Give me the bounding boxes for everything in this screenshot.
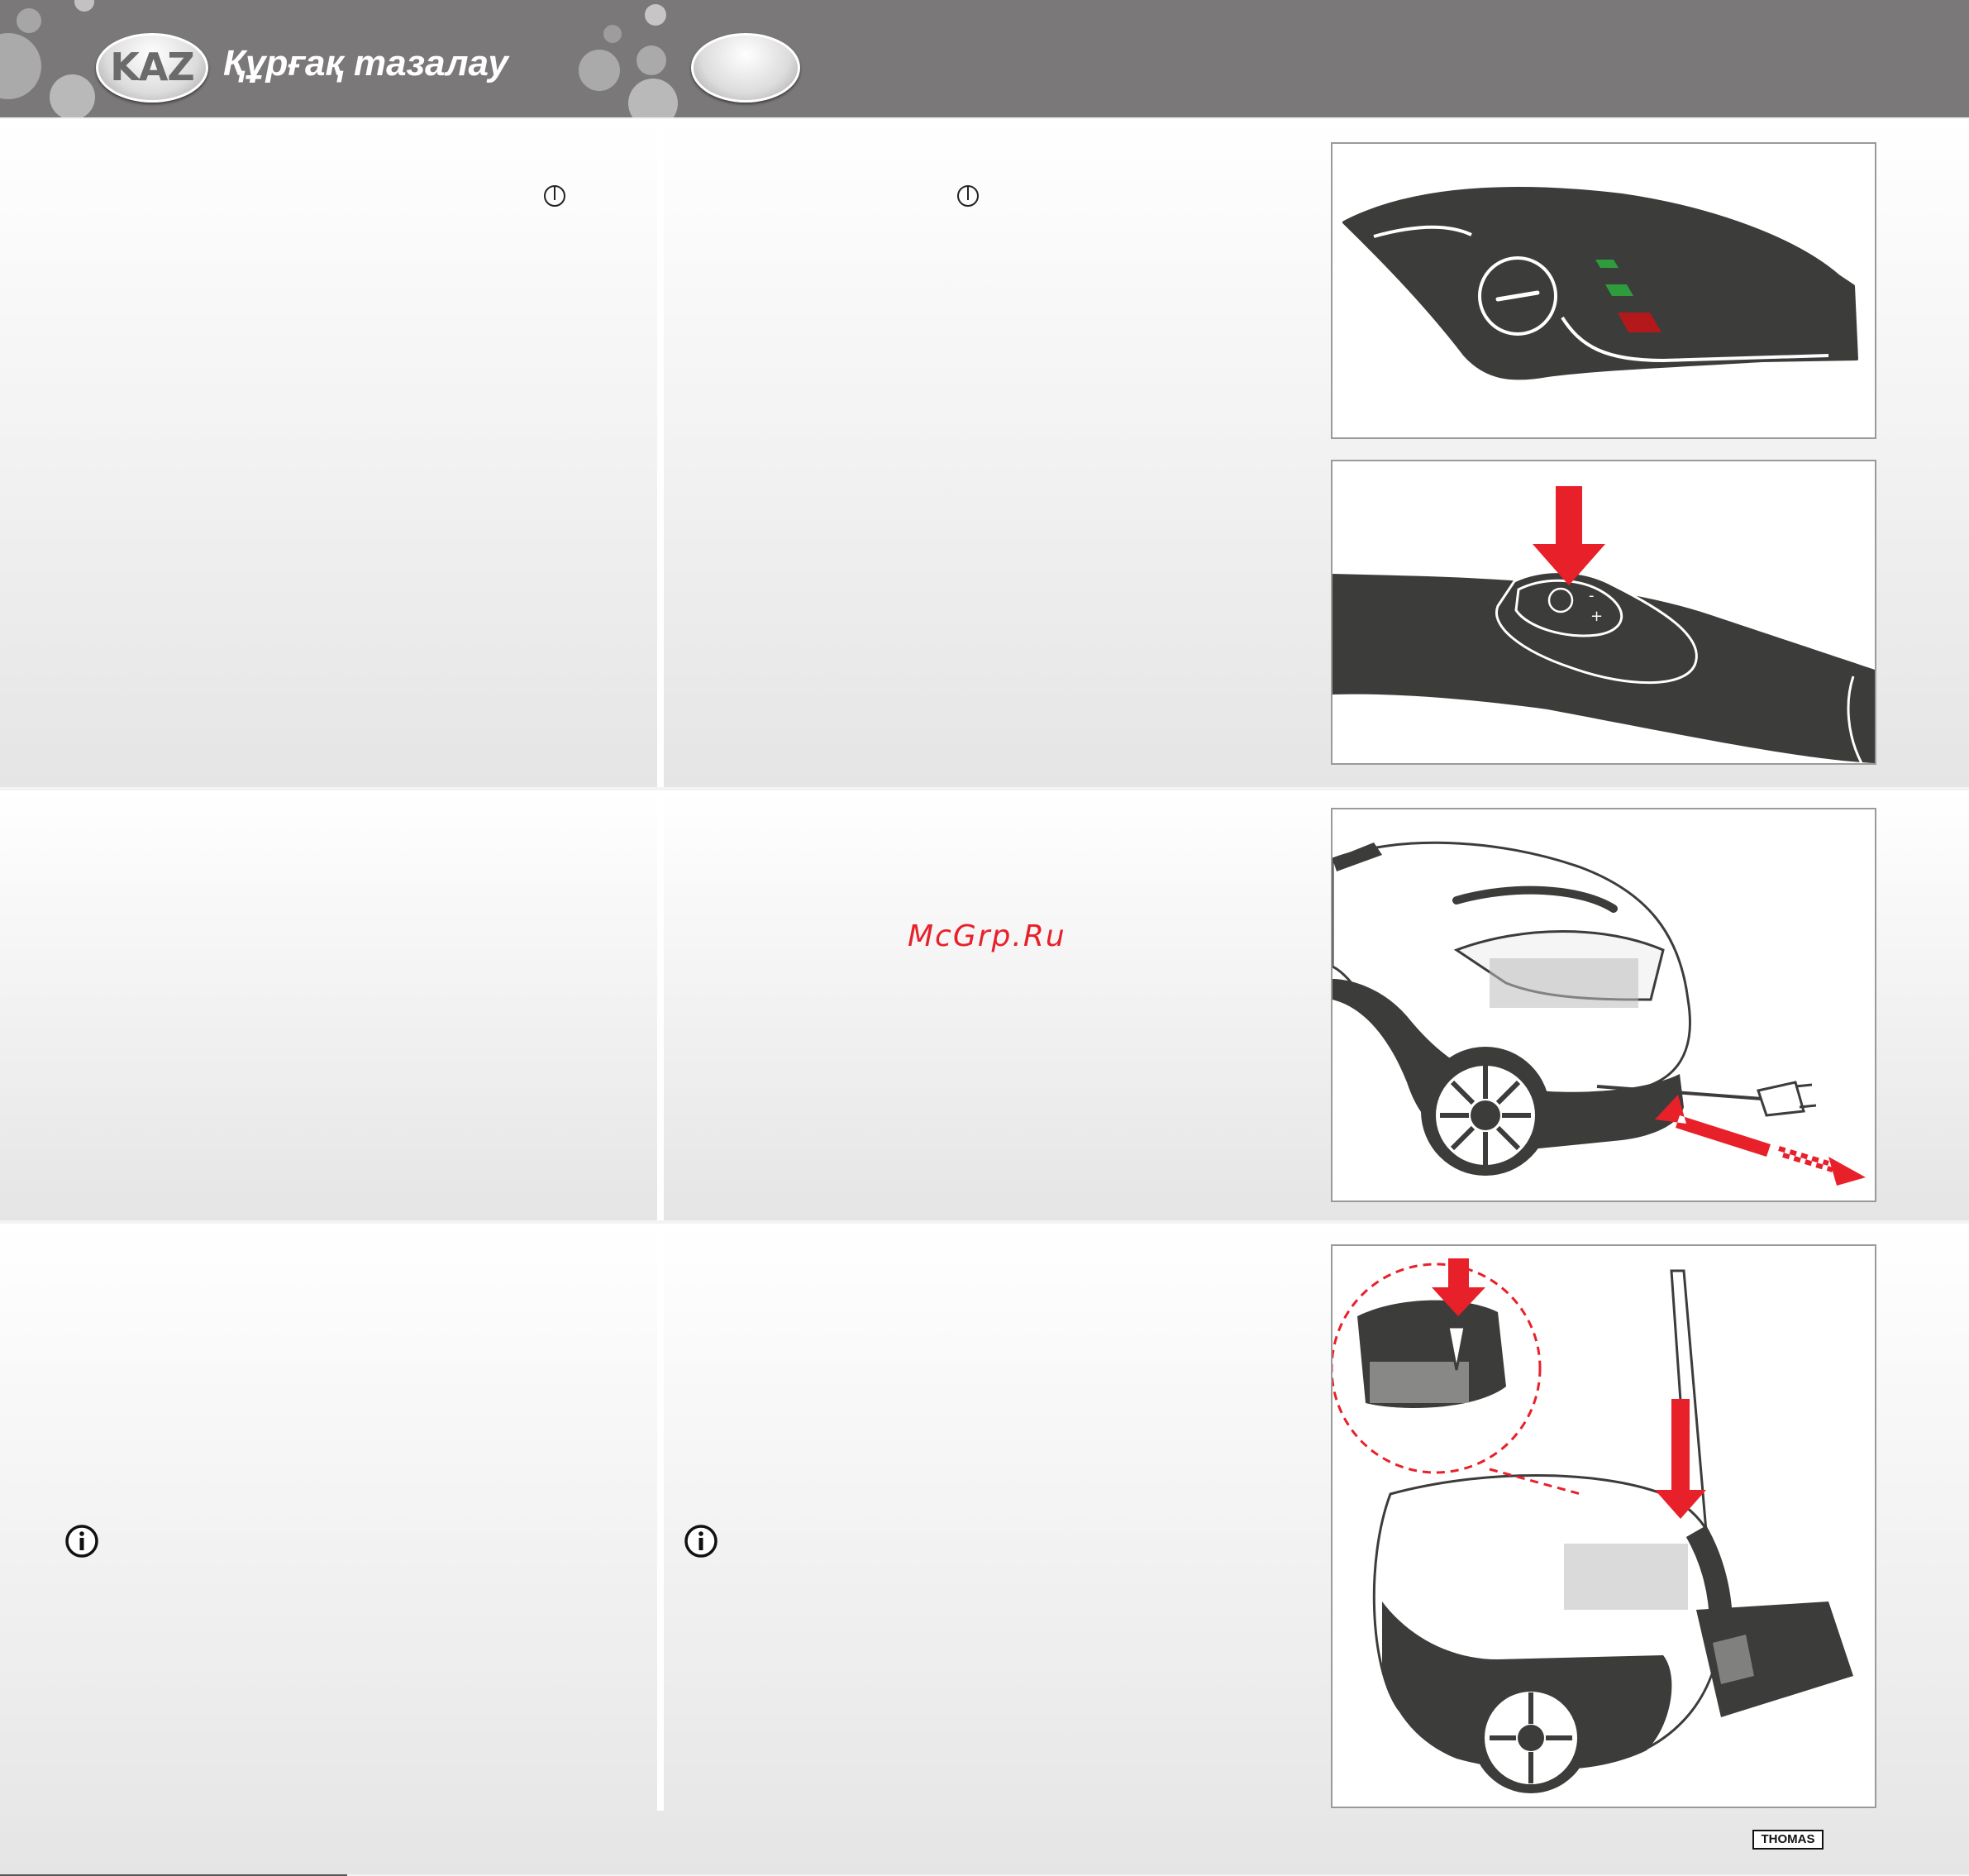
column-divider	[657, 1224, 664, 1811]
decor-bubble	[74, 0, 94, 12]
power-icon	[544, 185, 565, 207]
figure-handle-indicator	[1331, 142, 1876, 439]
power-icon	[957, 185, 979, 207]
column-divider	[657, 790, 664, 1220]
decor-bubble	[645, 4, 666, 26]
handle-button-drawing: - +	[1333, 486, 1875, 763]
svg-text:+: +	[1590, 608, 1603, 625]
watermark: McGrp.Ru	[908, 919, 1066, 953]
handle-indicator-drawing	[1342, 186, 1858, 380]
column-divider	[657, 119, 664, 787]
page-title: Құрғақ тазалау	[223, 43, 508, 84]
figure-park-position	[1331, 1244, 1876, 1808]
brand-logo: THOMAS	[1752, 1830, 1824, 1850]
decor-bubble	[579, 50, 620, 91]
cable-rewind-drawing	[1333, 841, 1866, 1186]
figure-cable-rewind	[1331, 808, 1876, 1202]
info-icon	[684, 1525, 718, 1558]
info-icon	[65, 1525, 98, 1558]
language-badge: KAZ	[96, 33, 208, 103]
svg-text:-: -	[1589, 587, 1595, 604]
language-code: KAZ	[110, 45, 195, 89]
decor-bubble	[17, 8, 41, 33]
decor-bubble	[603, 25, 622, 43]
decor-bubble	[636, 45, 666, 75]
decor-bubble	[628, 79, 678, 117]
park-position-drawing	[1333, 1258, 1853, 1793]
decor-bubble	[0, 33, 41, 99]
language-badge-blank	[691, 33, 800, 103]
decor-bubble	[50, 74, 95, 117]
figure-handle-button: - +	[1331, 460, 1876, 765]
page-header: KAZ Құрғақ тазалау	[0, 0, 1969, 117]
